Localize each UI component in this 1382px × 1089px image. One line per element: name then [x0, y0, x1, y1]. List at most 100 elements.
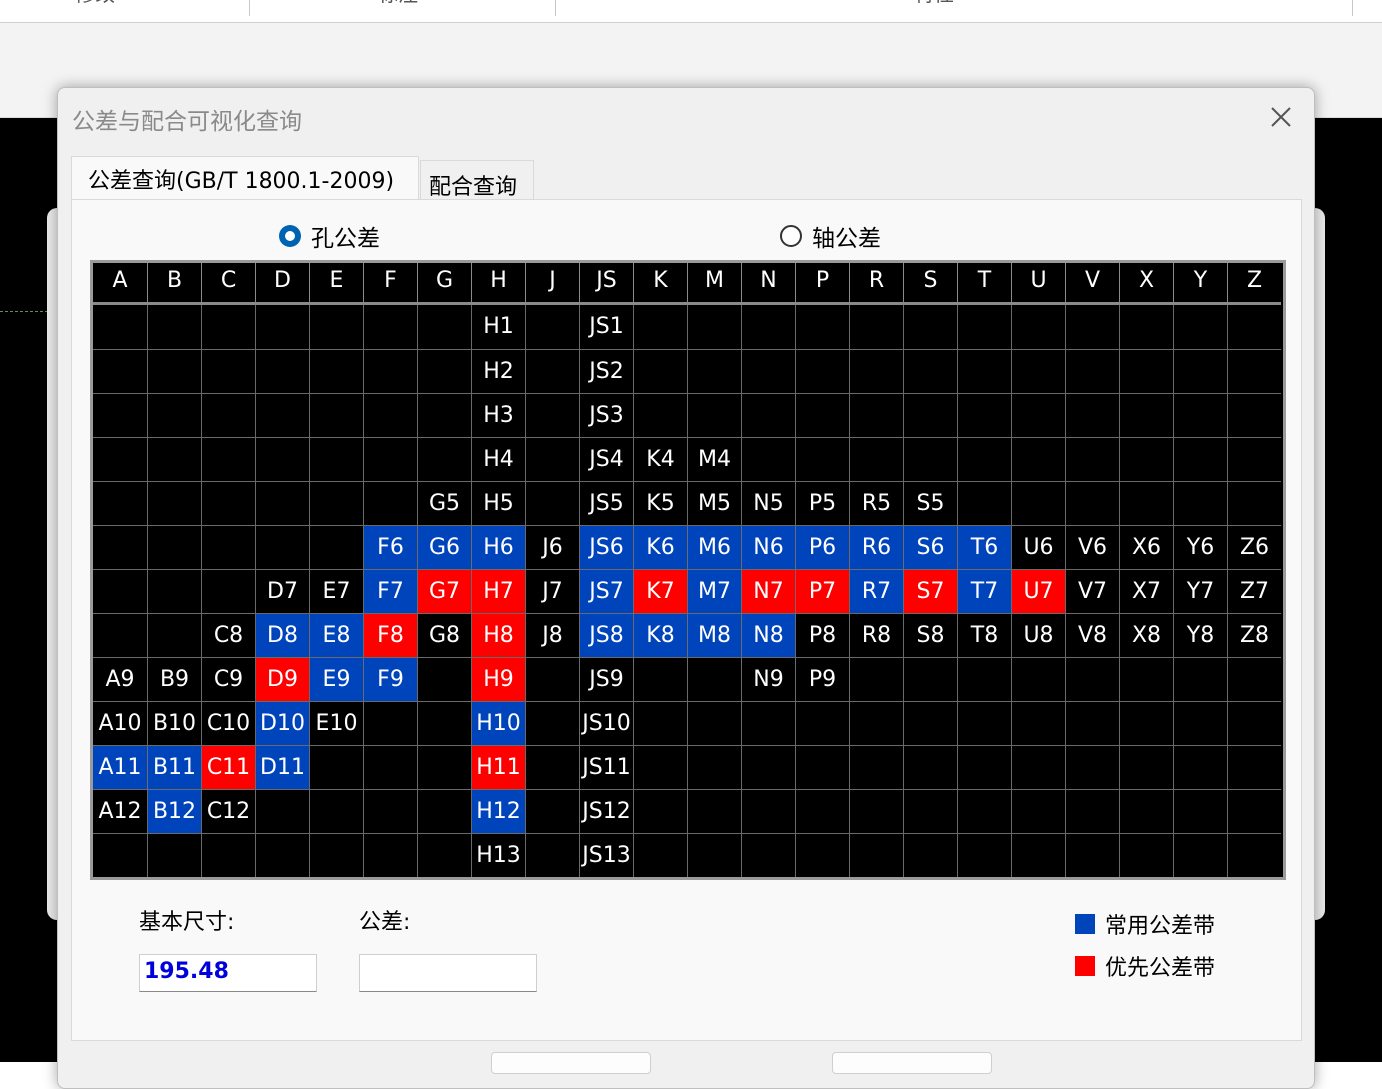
grid-cell[interactable]: JS4 — [579, 437, 633, 481]
grid-cell[interactable]: A11 — [93, 745, 147, 789]
grid-cell[interactable]: P5 — [795, 481, 849, 525]
grid-cell[interactable]: G6 — [417, 525, 471, 569]
tolerance-output[interactable] — [359, 954, 537, 992]
tab-fit-query[interactable]: 配合查询 — [420, 160, 534, 200]
close-icon[interactable] — [1266, 102, 1296, 132]
grid-cell[interactable]: N6 — [741, 525, 795, 569]
radio-shaft-tolerance[interactable]: 轴公差 — [780, 219, 881, 253]
grid-cell[interactable]: H6 — [471, 525, 525, 569]
grid-cell[interactable]: E10 — [309, 701, 363, 745]
grid-cell[interactable]: N8 — [741, 613, 795, 657]
grid-cell[interactable]: H10 — [471, 701, 525, 745]
grid-cell[interactable]: Y7 — [1173, 569, 1227, 613]
grid-cell[interactable]: C9 — [201, 657, 255, 701]
basic-size-input[interactable]: 195.48 — [139, 954, 317, 992]
grid-cell[interactable]: P7 — [795, 569, 849, 613]
grid-cell[interactable]: C8 — [201, 613, 255, 657]
grid-cell[interactable]: JS8 — [579, 613, 633, 657]
grid-cell[interactable]: A10 — [93, 701, 147, 745]
grid-cell[interactable]: U6 — [1011, 525, 1065, 569]
grid-cell[interactable]: J6 — [525, 525, 579, 569]
grid-cell[interactable]: E9 — [309, 657, 363, 701]
grid-cell[interactable]: D9 — [255, 657, 309, 701]
grid-cell[interactable]: JS7 — [579, 569, 633, 613]
grid-cell[interactable]: M4 — [687, 437, 741, 481]
grid-cell[interactable]: H4 — [471, 437, 525, 481]
grid-cell[interactable]: G5 — [417, 481, 471, 525]
grid-cell[interactable]: B9 — [147, 657, 201, 701]
grid-cell[interactable]: Z7 — [1227, 569, 1281, 613]
grid-cell[interactable]: R5 — [849, 481, 903, 525]
grid-cell[interactable]: G8 — [417, 613, 471, 657]
grid-cell[interactable]: JS2 — [579, 349, 633, 393]
grid-cell[interactable]: X7 — [1119, 569, 1173, 613]
grid-cell[interactable]: P6 — [795, 525, 849, 569]
grid-cell[interactable]: X6 — [1119, 525, 1173, 569]
grid-cell[interactable]: R7 — [849, 569, 903, 613]
grid-cell[interactable]: G7 — [417, 569, 471, 613]
grid-cell[interactable]: F7 — [363, 569, 417, 613]
grid-cell[interactable]: K5 — [633, 481, 687, 525]
grid-cell[interactable]: Z6 — [1227, 525, 1281, 569]
grid-cell[interactable]: J8 — [525, 613, 579, 657]
grid-cell[interactable]: K4 — [633, 437, 687, 481]
grid-cell[interactable]: B10 — [147, 701, 201, 745]
grid-cell[interactable]: T6 — [957, 525, 1011, 569]
grid-cell[interactable]: H2 — [471, 349, 525, 393]
grid-cell[interactable]: N7 — [741, 569, 795, 613]
grid-cell[interactable]: K7 — [633, 569, 687, 613]
grid-cell[interactable]: P8 — [795, 613, 849, 657]
grid-cell[interactable]: JS1 — [579, 305, 633, 349]
grid-cell[interactable]: H12 — [471, 789, 525, 833]
grid-cell[interactable]: H9 — [471, 657, 525, 701]
grid-cell[interactable]: N5 — [741, 481, 795, 525]
grid-cell[interactable]: JS10 — [579, 701, 633, 745]
grid-cell[interactable]: P9 — [795, 657, 849, 701]
cancel-button[interactable] — [832, 1052, 992, 1074]
grid-cell[interactable]: C10 — [201, 701, 255, 745]
grid-cell[interactable]: Y8 — [1173, 613, 1227, 657]
grid-cell[interactable]: Z8 — [1227, 613, 1281, 657]
grid-cell[interactable]: F6 — [363, 525, 417, 569]
grid-cell[interactable]: F8 — [363, 613, 417, 657]
grid-cell[interactable]: H8 — [471, 613, 525, 657]
grid-cell[interactable]: F9 — [363, 657, 417, 701]
grid-cell[interactable]: D11 — [255, 745, 309, 789]
grid-cell[interactable]: T8 — [957, 613, 1011, 657]
grid-cell[interactable]: M5 — [687, 481, 741, 525]
grid-cell[interactable]: H13 — [471, 833, 525, 877]
grid-cell[interactable]: M6 — [687, 525, 741, 569]
grid-cell[interactable]: H1 — [471, 305, 525, 349]
grid-cell[interactable]: N9 — [741, 657, 795, 701]
grid-cell[interactable]: X8 — [1119, 613, 1173, 657]
grid-cell[interactable]: A12 — [93, 789, 147, 833]
grid-cell[interactable]: R6 — [849, 525, 903, 569]
grid-cell[interactable]: H3 — [471, 393, 525, 437]
grid-cell[interactable]: S6 — [903, 525, 957, 569]
grid-cell[interactable]: JS13 — [579, 833, 633, 877]
ok-button[interactable] — [491, 1052, 651, 1074]
grid-cell[interactable]: K8 — [633, 613, 687, 657]
grid-cell[interactable]: JS9 — [579, 657, 633, 701]
grid-cell[interactable]: JS12 — [579, 789, 633, 833]
grid-cell[interactable]: S5 — [903, 481, 957, 525]
grid-cell[interactable]: U8 — [1011, 613, 1065, 657]
grid-cell[interactable]: M7 — [687, 569, 741, 613]
grid-cell[interactable]: D8 — [255, 613, 309, 657]
grid-cell[interactable]: H5 — [471, 481, 525, 525]
grid-cell[interactable]: T7 — [957, 569, 1011, 613]
grid-cell[interactable]: JS11 — [579, 745, 633, 789]
grid-cell[interactable]: V6 — [1065, 525, 1119, 569]
bg-tab-modify[interactable]: 修改 — [75, 0, 115, 16]
grid-cell[interactable]: H11 — [471, 745, 525, 789]
bg-tab-properties[interactable]: 特性 — [914, 0, 954, 16]
grid-cell[interactable]: C12 — [201, 789, 255, 833]
radio-hole-tolerance[interactable]: 孔公差 — [279, 219, 380, 253]
grid-cell[interactable]: E7 — [309, 569, 363, 613]
grid-cell[interactable]: V7 — [1065, 569, 1119, 613]
grid-cell[interactable]: A9 — [93, 657, 147, 701]
grid-cell[interactable]: S7 — [903, 569, 957, 613]
grid-cell[interactable]: E8 — [309, 613, 363, 657]
grid-cell[interactable]: U7 — [1011, 569, 1065, 613]
grid-cell[interactable]: JS3 — [579, 393, 633, 437]
